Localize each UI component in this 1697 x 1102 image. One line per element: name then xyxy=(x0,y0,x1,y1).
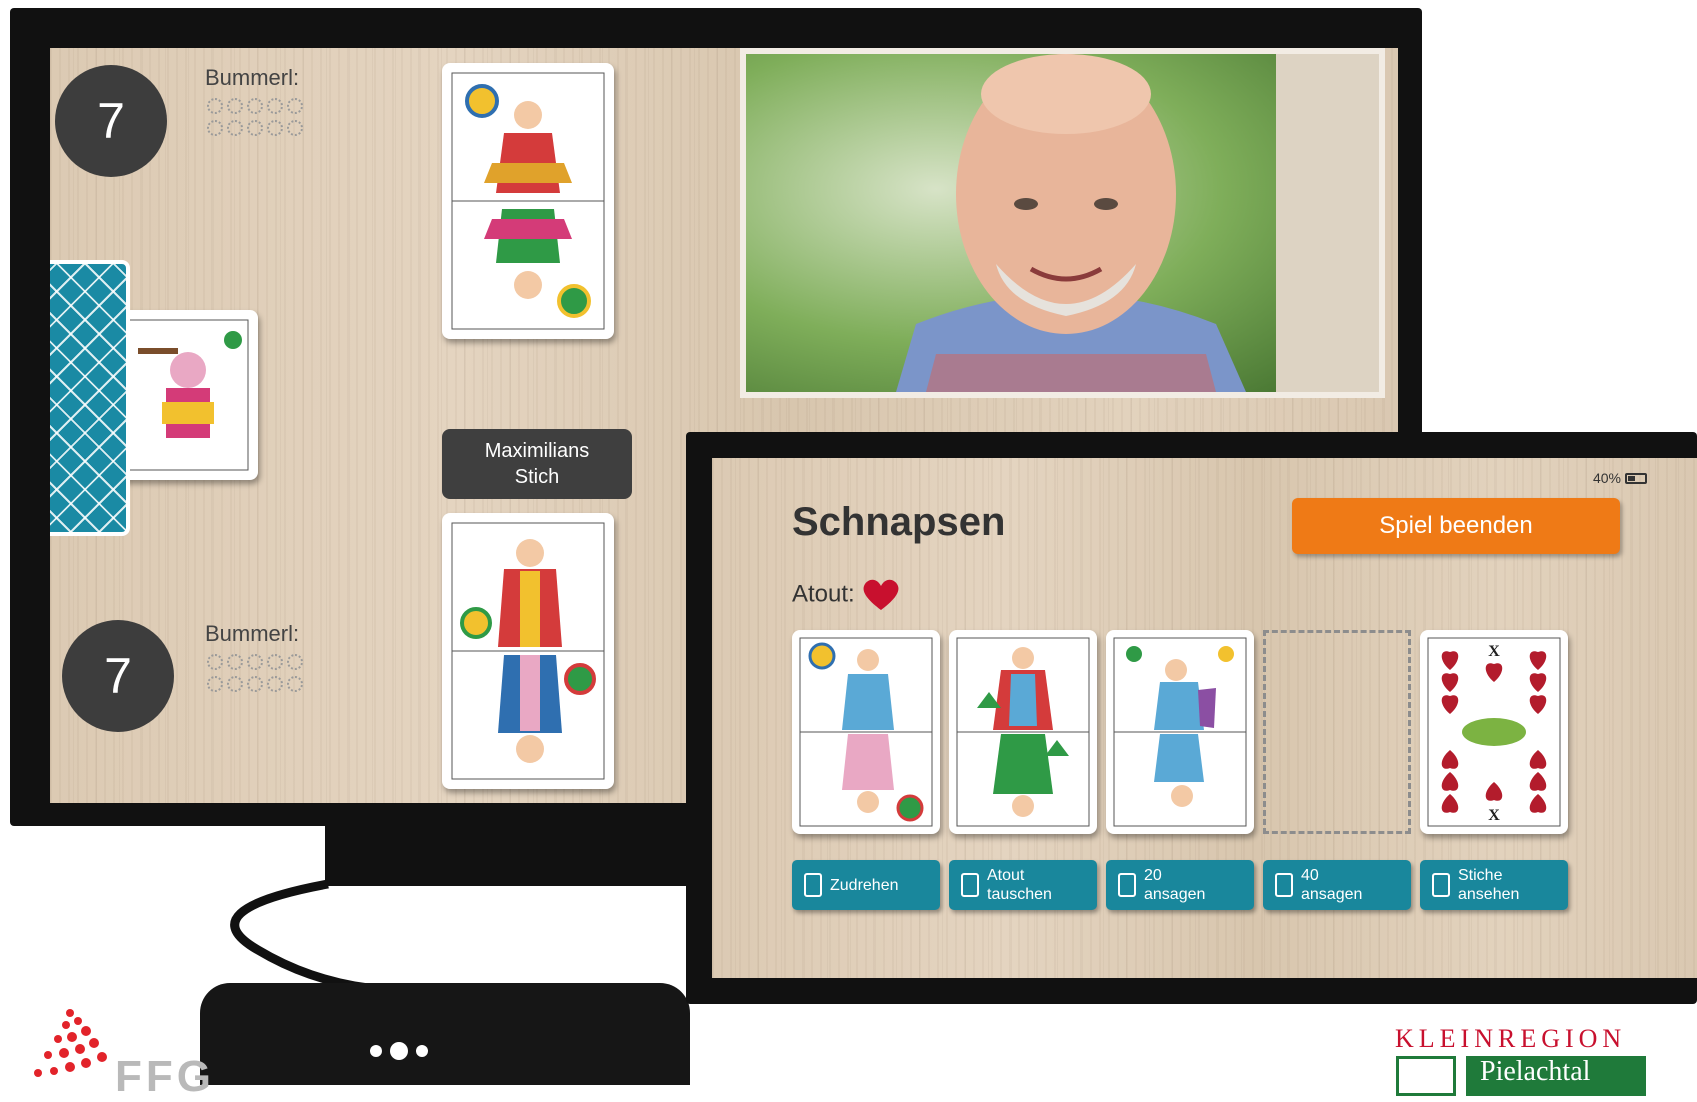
hand-card-5[interactable]: X X xyxy=(1420,630,1568,834)
cards-stack-icon xyxy=(1432,873,1450,897)
atout-tauschen-label: Atout tauschen xyxy=(987,867,1052,903)
tablet-frame: 40% Schnapsen Spiel beenden Atout: X X Z… xyxy=(686,432,1697,1004)
region-emblem-icon xyxy=(1396,1056,1456,1096)
ffg-logo-text: FFG xyxy=(115,1052,215,1101)
region-logo-name: Pielachtal xyxy=(1466,1056,1646,1096)
top-bummerl-label: Bummerl: xyxy=(205,65,300,90)
played-card-player xyxy=(442,513,614,789)
top-bummerl-tracker xyxy=(207,98,303,142)
top-player-score: 7 xyxy=(55,65,167,177)
swap-card-icon xyxy=(961,873,979,897)
atout-label: Atout: xyxy=(792,580,855,608)
bottom-player-score: 7 xyxy=(62,620,174,732)
set-top-box-leds xyxy=(370,1042,428,1060)
ansagen-40-label: 40 ansagen xyxy=(1301,867,1363,903)
zudrehen-label: Zudrehen xyxy=(830,876,899,894)
hand-card-1[interactable] xyxy=(792,630,940,834)
zudrehen-button[interactable]: Zudrehen xyxy=(792,860,940,910)
cards-pair-icon xyxy=(1118,873,1136,897)
ansagen-20-label: 20 ansagen xyxy=(1144,867,1206,903)
stiche-ansehen-button[interactable]: Stiche ansehen xyxy=(1420,860,1568,910)
heart-icon xyxy=(863,579,899,610)
card-icon xyxy=(804,873,822,897)
cards-pair-icon xyxy=(1275,873,1293,897)
trick-winner-banner: Maximilians Stich xyxy=(442,429,632,499)
played-card-opponent xyxy=(442,63,614,339)
atout-indicator: Atout: xyxy=(792,578,901,612)
set-top-box xyxy=(200,983,690,1085)
ffg-logo-mark xyxy=(34,1009,107,1077)
trump-card-talon xyxy=(118,310,258,480)
end-game-button[interactable]: Spiel beenden xyxy=(1292,498,1620,554)
stiche-ansehen-label: Stiche ansehen xyxy=(1458,867,1520,903)
empty-card-slot xyxy=(1263,630,1411,834)
hand-card-3[interactable] xyxy=(1106,630,1254,834)
game-title: Schnapsen xyxy=(792,500,1006,544)
ansagen-20-button[interactable]: 20 ansagen xyxy=(1106,860,1254,910)
bottom-bummerl-tracker xyxy=(207,654,303,698)
trick-banner-line2: Stich xyxy=(514,466,560,488)
tv-stand xyxy=(325,826,695,886)
trick-banner-line1: Maximilians xyxy=(484,440,590,462)
tv-cable xyxy=(230,880,369,993)
battery-icon xyxy=(1625,472,1647,484)
battery-status: 40% xyxy=(1593,470,1647,486)
region-logo-top: KLEINREGION xyxy=(1395,1024,1627,1053)
opponent-video-feed xyxy=(740,48,1385,398)
tablet-screen: 40% Schnapsen Spiel beenden Atout: X X Z… xyxy=(712,458,1697,978)
battery-level: 40% xyxy=(1592,470,1621,486)
ansagen-40-button[interactable]: 40 ansagen xyxy=(1263,860,1411,910)
bottom-bummerl-label: Bummerl: xyxy=(205,621,300,646)
atout-tauschen-button[interactable]: Atout tauschen xyxy=(949,860,1097,910)
svg-text:X: X xyxy=(1488,643,1500,660)
card-back-talon xyxy=(50,260,130,536)
svg-text:X: X xyxy=(1488,807,1500,824)
hand-card-2[interactable] xyxy=(949,630,1097,834)
